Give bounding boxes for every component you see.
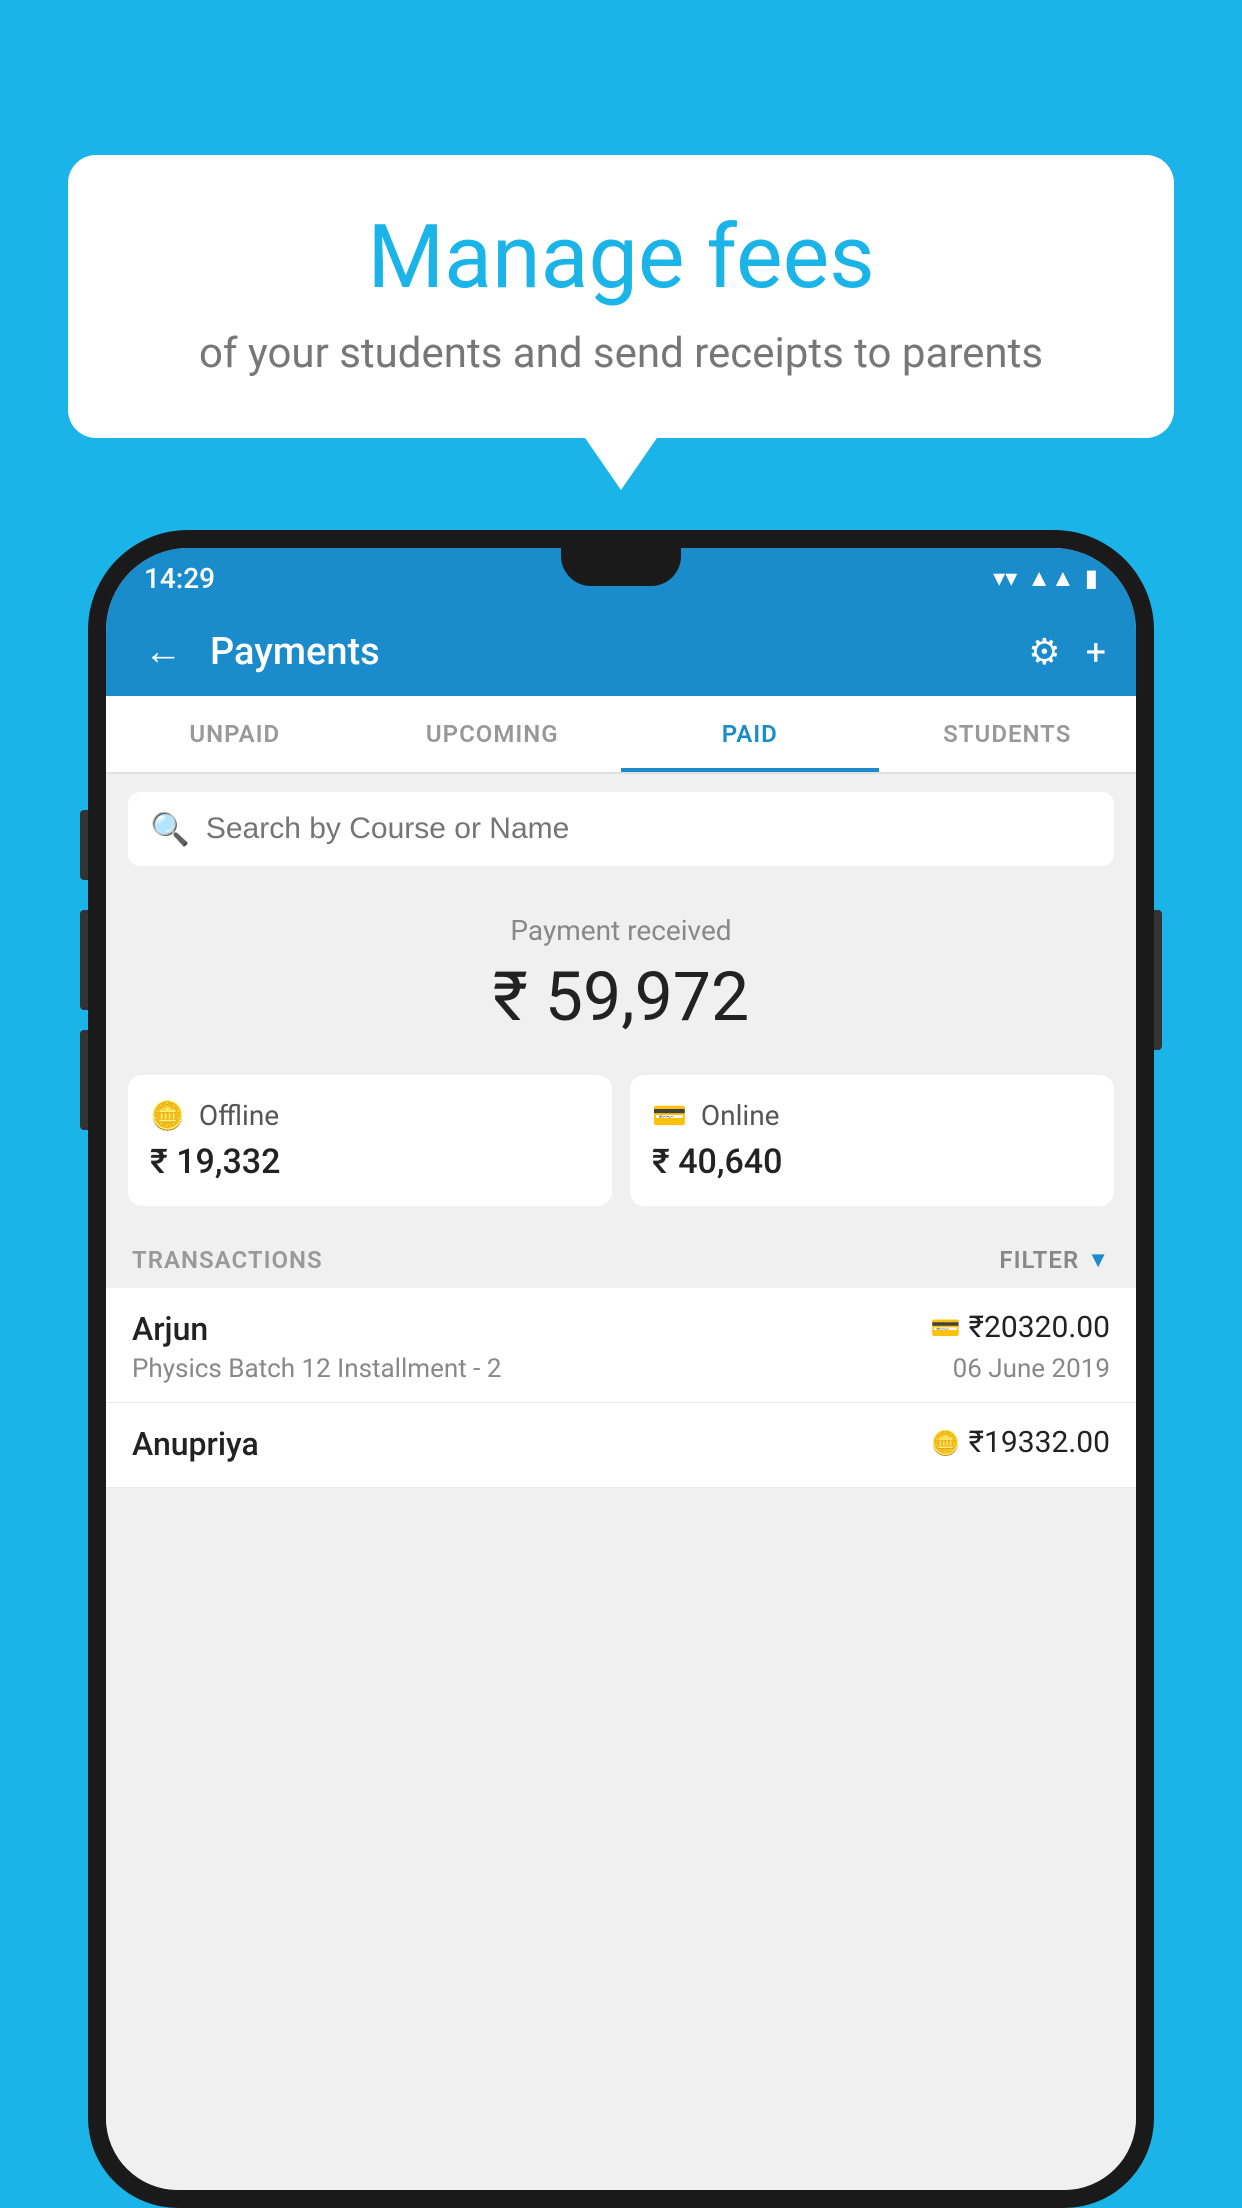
offline-card: 🪙 Offline ₹ 19,332: [128, 1075, 612, 1206]
bubble-subtitle: of your students and send receipts to pa…: [128, 329, 1114, 378]
back-button[interactable]: ←: [136, 622, 190, 682]
online-label: Online: [701, 1099, 780, 1132]
online-card: 💳 Online ₹ 40,640: [630, 1075, 1114, 1206]
app-bar: ← Payments ⚙ +: [106, 608, 1136, 696]
volume-up-button: [80, 810, 88, 880]
wifi-icon: ▾▾: [993, 564, 1017, 592]
search-icon: 🔍: [150, 810, 190, 848]
main-content: 🔍 Payment received ₹ 59,972 🪙 Offline: [106, 774, 1136, 2190]
status-time: 14:29: [144, 562, 215, 595]
student-name: Anupriya: [132, 1425, 259, 1463]
phone-outer: 14:29 ▾▾ ▲▲ ▮ ← Payments ⚙ + UNPAID: [88, 530, 1154, 2208]
tab-unpaid[interactable]: UNPAID: [106, 696, 364, 772]
amount-value: ₹19332.00: [969, 1425, 1110, 1460]
offline-amount: ₹ 19,332: [150, 1142, 590, 1182]
phone-screen: 14:29 ▾▾ ▲▲ ▮ ← Payments ⚙ + UNPAID: [106, 548, 1136, 2190]
search-input[interactable]: [206, 812, 1092, 846]
tab-paid[interactable]: PAID: [621, 696, 879, 772]
transactions-header: TRANSACTIONS FILTER ▼: [106, 1228, 1136, 1288]
date-info: 06 June 2019: [953, 1354, 1110, 1384]
power-button: [1154, 910, 1162, 1050]
app-title: Payments: [210, 630, 1008, 674]
transaction-amount: 🪙 ₹19332.00: [931, 1425, 1110, 1460]
status-icons: ▾▾ ▲▲ ▮: [993, 564, 1098, 593]
filter-icon: ▼: [1087, 1247, 1110, 1273]
add-button[interactable]: +: [1086, 631, 1106, 673]
app-bar-actions: ⚙ +: [1028, 631, 1106, 673]
phone: 14:29 ▾▾ ▲▲ ▮ ← Payments ⚙ + UNPAID: [88, 530, 1154, 2208]
battery-icon: ▮: [1085, 564, 1098, 592]
payment-cards: 🪙 Offline ₹ 19,332 💳 Online ₹ 40,640: [106, 1057, 1136, 1228]
transaction-main: Anupriya 🪙 ₹19332.00: [132, 1425, 1110, 1463]
filter-button[interactable]: FILTER ▼: [999, 1246, 1110, 1274]
offline-label: Offline: [199, 1099, 279, 1132]
bubble-title: Manage fees: [128, 210, 1114, 307]
offline-icon: 🪙: [150, 1099, 185, 1132]
payment-type-icon: 🪙: [931, 1429, 961, 1457]
signal-icon: ▲▲: [1027, 564, 1075, 593]
tab-bar: UNPAID UPCOMING PAID STUDENTS: [106, 696, 1136, 774]
offline-card-header: 🪙 Offline: [150, 1099, 590, 1132]
speech-bubble-container: Manage fees of your students and send re…: [68, 155, 1174, 438]
student-name: Arjun: [132, 1310, 208, 1348]
speech-bubble: Manage fees of your students and send re…: [68, 155, 1174, 438]
transaction-main: Arjun 💳 ₹20320.00: [132, 1310, 1110, 1348]
transaction-row[interactable]: Arjun 💳 ₹20320.00 Physics Batch 12 Insta…: [106, 1288, 1136, 1403]
filter-label: FILTER: [999, 1246, 1079, 1274]
payment-received-amount: ₹ 59,972: [128, 957, 1114, 1037]
phone-notch: [561, 548, 681, 586]
payment-received-section: Payment received ₹ 59,972: [106, 884, 1136, 1057]
tab-upcoming[interactable]: UPCOMING: [364, 696, 622, 772]
online-amount: ₹ 40,640: [652, 1142, 1092, 1182]
payment-received-label: Payment received: [128, 914, 1114, 947]
silent-button: [80, 1030, 88, 1130]
course-info: Physics Batch 12 Installment - 2: [132, 1354, 501, 1384]
online-icon: 💳: [652, 1099, 687, 1132]
transaction-details: Physics Batch 12 Installment - 2 06 June…: [132, 1354, 1110, 1384]
tab-students[interactable]: STUDENTS: [879, 696, 1137, 772]
online-card-header: 💳 Online: [652, 1099, 1092, 1132]
settings-button[interactable]: ⚙: [1028, 631, 1060, 673]
transaction-amount: 💳 ₹20320.00: [931, 1310, 1110, 1345]
transaction-row[interactable]: Anupriya 🪙 ₹19332.00: [106, 1403, 1136, 1488]
transactions-label: TRANSACTIONS: [132, 1246, 323, 1274]
search-bar[interactable]: 🔍: [128, 792, 1114, 866]
amount-value: ₹20320.00: [969, 1310, 1110, 1345]
payment-type-icon: 💳: [931, 1314, 961, 1342]
volume-down-button: [80, 910, 88, 1010]
